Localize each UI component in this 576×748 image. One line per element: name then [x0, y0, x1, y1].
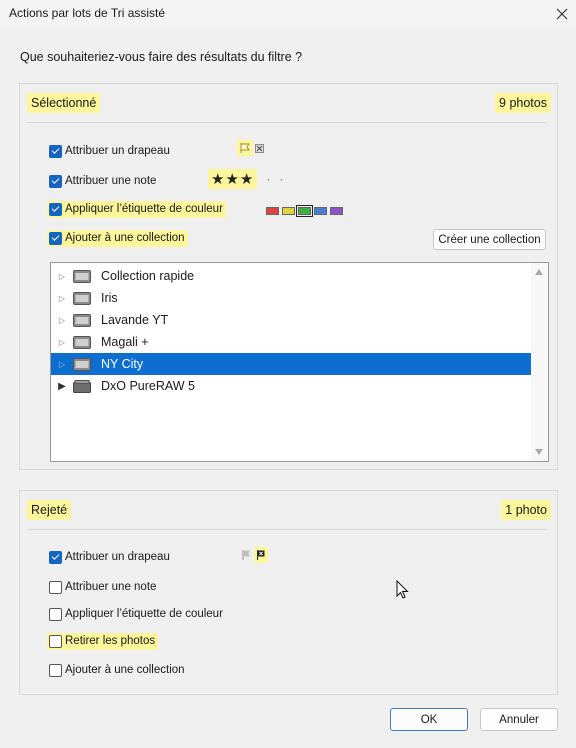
color-label-checkbox[interactable]	[49, 607, 62, 621]
rating-checkbox[interactable]	[49, 174, 62, 188]
yellow-swatch[interactable]	[282, 207, 295, 215]
option-flag[interactable]: Attribuer un drapeau	[49, 142, 170, 160]
flag-selector[interactable]	[237, 140, 264, 156]
star-empty-icon[interactable]: ·	[266, 172, 270, 186]
remove-photos-checkbox[interactable]	[49, 634, 62, 648]
mouse-cursor-icon	[396, 580, 409, 599]
window-title: Actions par lots de Tri assisté	[9, 6, 166, 20]
option-label: Attribuer un drapeau	[65, 145, 170, 157]
star-empty-icon[interactable]: ·	[279, 172, 283, 186]
expand-arrow-icon[interactable]: ▶	[57, 381, 67, 392]
pick-flag-icon[interactable]	[237, 140, 253, 156]
expand-arrow-icon[interactable]: ▷	[57, 294, 67, 303]
tree-item[interactable]: ▶ DxO PureRAW 5	[51, 375, 532, 397]
tree-item-label: Magali +	[101, 335, 149, 349]
scroll-up-icon[interactable]	[535, 269, 543, 275]
option-label: Ajouter à une collection	[65, 232, 185, 244]
separator	[27, 529, 547, 530]
title-bar: Actions par lots de Tri assisté	[0, 0, 576, 28]
option-label: Retirer les photos	[65, 635, 156, 647]
tree-item-label: NY City	[101, 357, 144, 371]
cancel-button[interactable]: Annuler	[480, 708, 558, 731]
close-icon[interactable]	[552, 4, 572, 24]
collection-checkbox[interactable]	[49, 231, 62, 245]
collection-checkbox[interactable]	[49, 663, 62, 677]
collection-folder-icon	[73, 357, 91, 371]
flag-selector[interactable]	[241, 547, 268, 563]
rating-checkbox[interactable]	[49, 580, 62, 594]
rejected-section-title: Rejeté	[27, 500, 72, 520]
expand-arrow-icon[interactable]: ▷	[57, 316, 67, 325]
expand-arrow-icon[interactable]: ▷	[57, 360, 67, 369]
collection-folder-icon	[73, 291, 91, 305]
tree-item-label: Lavande YT	[101, 313, 169, 327]
selected-section-title: Sélectionné	[27, 93, 101, 113]
collection-group-icon	[73, 379, 91, 393]
reject-option-rating[interactable]: Attribuer une note	[49, 578, 156, 596]
option-label: Ajouter à une collection	[65, 664, 185, 676]
separator	[27, 122, 547, 123]
blue-swatch[interactable]	[314, 207, 327, 215]
selected-group: Sélectionné 9 photos Attribuer un drapea…	[19, 83, 558, 470]
reject-option-collection[interactable]: Ajouter à une collection	[49, 661, 185, 679]
option-label: Appliquer l’étiquette de couleur	[65, 608, 223, 620]
collection-tree[interactable]: ▷ Collection rapide ▷ Iris ▷ Lavande YT …	[50, 262, 549, 462]
tree-item[interactable]: ▷ Collection rapide	[51, 265, 532, 287]
option-label: Attribuer une note	[65, 581, 157, 593]
scroll-down-icon[interactable]	[535, 449, 543, 455]
ok-button[interactable]: OK	[390, 708, 468, 731]
tree-item[interactable]: ▷ Lavande YT	[51, 309, 532, 331]
option-label: Appliquer l’étiquette de couleur	[65, 203, 223, 215]
tree-item-label: Iris	[101, 291, 118, 305]
expand-arrow-icon[interactable]: ▷	[57, 272, 67, 281]
collection-folder-icon	[73, 313, 91, 327]
red-swatch[interactable]	[266, 207, 279, 215]
reject-option-remove[interactable]: Retirer les photos	[47, 632, 159, 650]
tree-item-label: DxO PureRAW 5	[101, 379, 196, 393]
reject-flag-icon[interactable]	[254, 547, 268, 563]
rejected-group: Rejeté 1 photo Attribuer un drapeau Attr…	[19, 490, 558, 695]
collection-folder-icon	[73, 269, 91, 283]
tree-scrollbar[interactable]	[531, 263, 548, 461]
tree-item-label: Collection rapide	[101, 269, 195, 283]
reject-option-flag[interactable]: Attribuer un drapeau	[49, 548, 170, 566]
tree-item[interactable]: ▷ Magali +	[51, 331, 532, 353]
option-color-label[interactable]: Appliquer l’étiquette de couleur	[47, 200, 226, 218]
option-collection[interactable]: Ajouter à une collection	[47, 229, 188, 247]
option-label: Attribuer une note	[65, 175, 157, 187]
color-label-checkbox[interactable]	[49, 202, 62, 216]
rating-stars[interactable]: ★★★	[208, 169, 258, 189]
purple-swatch[interactable]	[330, 207, 343, 215]
reject-flag-icon[interactable]	[255, 143, 264, 153]
rejected-count: 1 photo	[501, 500, 551, 520]
tree-item[interactable]: ▷ Iris	[51, 287, 532, 309]
flag-checkbox[interactable]	[49, 144, 62, 158]
create-collection-button[interactable]: Créer une collection	[433, 229, 546, 250]
reject-option-color-label[interactable]: Appliquer l’étiquette de couleur	[49, 605, 223, 623]
star-rating[interactable]: ★★★ · ·	[208, 169, 283, 189]
pick-flag-icon[interactable]	[241, 549, 252, 561]
green-swatch[interactable]	[296, 205, 313, 217]
collection-folder-icon	[73, 335, 91, 349]
option-label: Attribuer un drapeau	[65, 551, 170, 563]
selected-count: 9 photos	[495, 93, 551, 113]
dialog-question: Que souhaiteriez-vous faire des résultat…	[20, 50, 303, 64]
color-label-swatches[interactable]	[266, 205, 343, 217]
option-rating[interactable]: Attribuer une note	[49, 172, 156, 190]
flag-checkbox[interactable]	[49, 550, 62, 564]
tree-item-selected[interactable]: ▷ NY City	[51, 353, 532, 375]
expand-arrow-icon[interactable]: ▷	[57, 338, 67, 347]
